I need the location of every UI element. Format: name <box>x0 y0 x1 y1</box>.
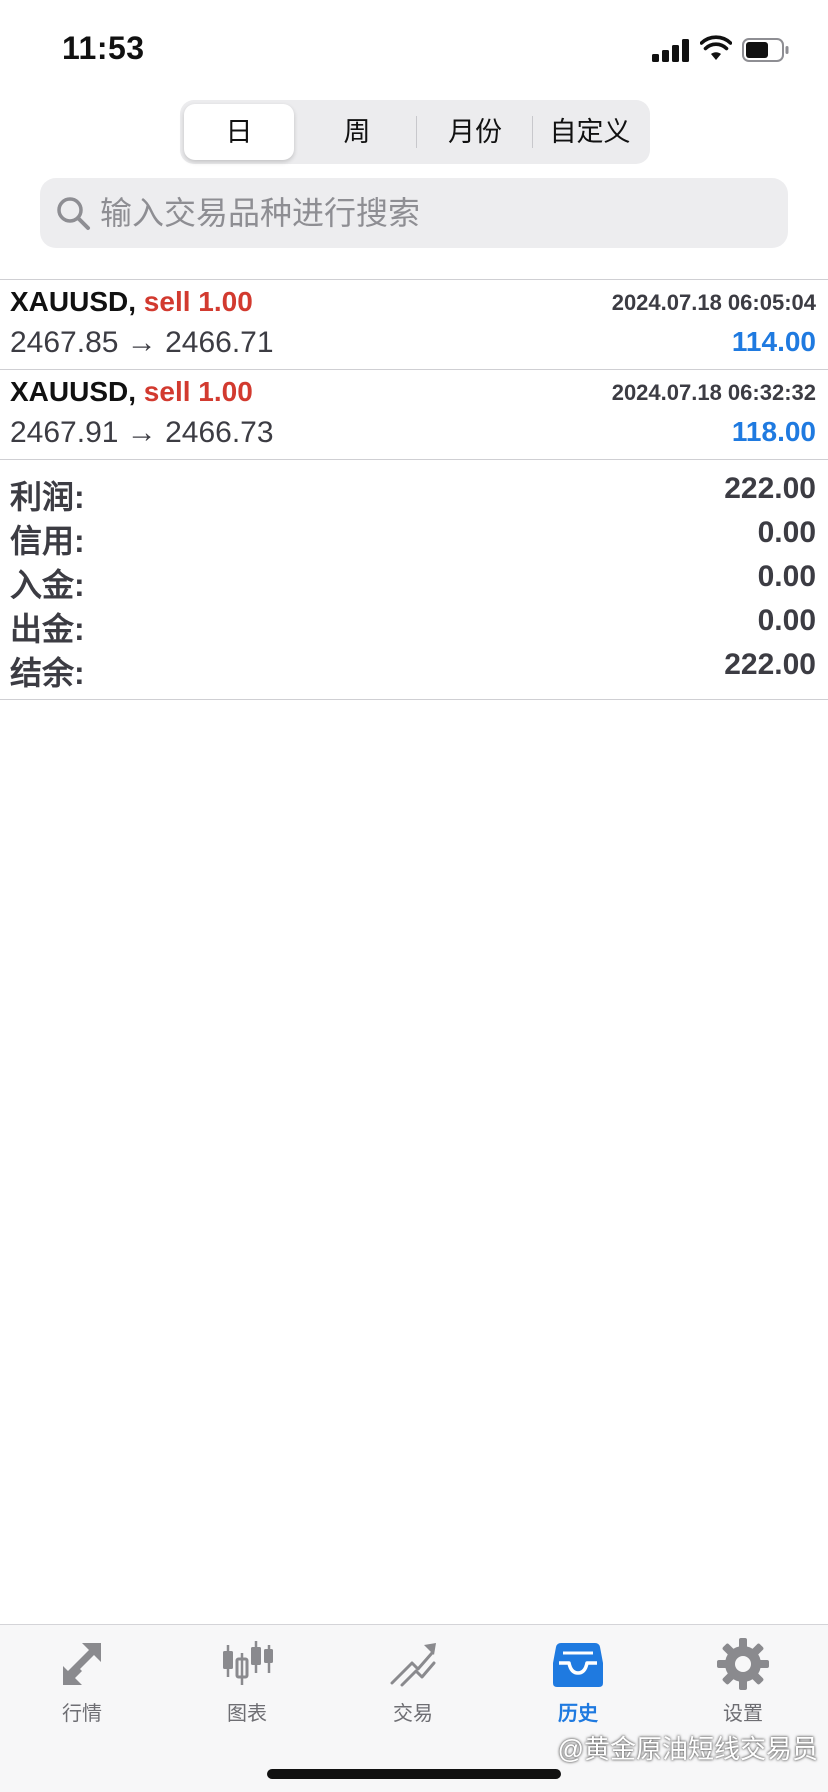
deal-prices: 2467.85 → 2466.71 <box>10 326 274 359</box>
tab-bar: 行情 图表 交易 历史 设置 @黄金原油短线交易员 <box>0 1624 828 1792</box>
tab-history[interactable]: 历史 <box>518 1637 638 1733</box>
period-segmented-control: 日 周 月份 自定义 <box>180 100 650 164</box>
deal-profit: 114.00 <box>731 326 816 357</box>
tab-label: 交易 <box>393 1703 433 1725</box>
candlestick-chart-icon <box>223 1641 273 1685</box>
summary-label: 信用: <box>10 523 85 559</box>
summary-withdrawal: 出金: 0.00 <box>0 602 828 647</box>
summary-label: 结余: <box>10 655 85 691</box>
status-bar: 11:53 <box>0 0 828 100</box>
deal-side: sell 1.00 <box>143 286 253 317</box>
trade-trend-icon <box>390 1643 436 1687</box>
tab-trade[interactable]: 交易 <box>353 1637 473 1733</box>
summary-credit: 信用: 0.00 <box>0 514 828 559</box>
summary-label: 入金: <box>10 567 85 603</box>
deal-symbol: XAUUSD, sell 1.00 <box>10 286 253 317</box>
tab-custom[interactable]: 自定义 <box>534 104 646 160</box>
summary-deposit: 入金: 0.00 <box>0 558 828 603</box>
segment-divider <box>416 116 417 148</box>
search-bar[interactable] <box>40 178 788 248</box>
deal-row[interactable]: XAUUSD, sell 1.00 2024.07.18 06:05:04 24… <box>0 280 828 369</box>
tab-week[interactable]: 周 <box>302 104 412 160</box>
deal-row[interactable]: XAUUSD, sell 1.00 2024.07.18 06:32:32 24… <box>0 370 828 459</box>
search-icon <box>57 197 90 230</box>
tab-label: 行情 <box>62 1703 102 1725</box>
deal-time: 2024.07.18 06:05:04 <box>611 290 816 315</box>
deal-profit: 118.00 <box>731 416 816 447</box>
cellular-signal-icon <box>652 38 692 62</box>
tab-day[interactable]: 日 <box>184 104 294 160</box>
deal-side: sell 1.00 <box>143 376 253 407</box>
divider <box>0 459 828 460</box>
summary-profit: 利润: 222.00 <box>0 470 828 515</box>
summary-value: 0.00 <box>757 560 816 593</box>
summary-value: 0.00 <box>757 604 816 637</box>
deal-time: 2024.07.18 06:32:32 <box>611 380 816 405</box>
deal-prices: 2467.91 → 2466.73 <box>10 416 274 449</box>
tab-label: 设置 <box>723 1703 763 1725</box>
segment-divider <box>532 116 533 148</box>
summary-value: 0.00 <box>757 516 816 549</box>
deal-symbol: XAUUSD, sell 1.00 <box>10 376 253 407</box>
gear-icon <box>717 1638 769 1690</box>
wifi-icon <box>700 35 732 60</box>
tab-label: 历史 <box>558 1703 598 1725</box>
summary-label: 利润: <box>10 479 85 515</box>
summary-balance: 结余: 222.00 <box>0 646 828 691</box>
summary-label: 出金: <box>10 611 85 647</box>
divider <box>0 699 828 700</box>
search-input[interactable] <box>100 178 770 248</box>
tab-month[interactable]: 月份 <box>420 104 530 160</box>
tab-settings[interactable]: 设置 <box>683 1637 803 1733</box>
quotes-arrows-icon <box>63 1643 101 1685</box>
summary-value: 222.00 <box>724 648 816 681</box>
tab-charts[interactable]: 图表 <box>187 1637 307 1733</box>
tab-label: 图表 <box>227 1703 267 1725</box>
home-indicator[interactable] <box>267 1769 561 1779</box>
summary-value: 222.00 <box>724 472 816 505</box>
watermark: @黄金原油短线交易员 <box>557 1734 818 1764</box>
history-inbox-icon <box>553 1643 603 1687</box>
status-time: 11:53 <box>62 30 145 66</box>
battery-icon <box>742 38 789 62</box>
tab-quotes[interactable]: 行情 <box>22 1637 142 1733</box>
